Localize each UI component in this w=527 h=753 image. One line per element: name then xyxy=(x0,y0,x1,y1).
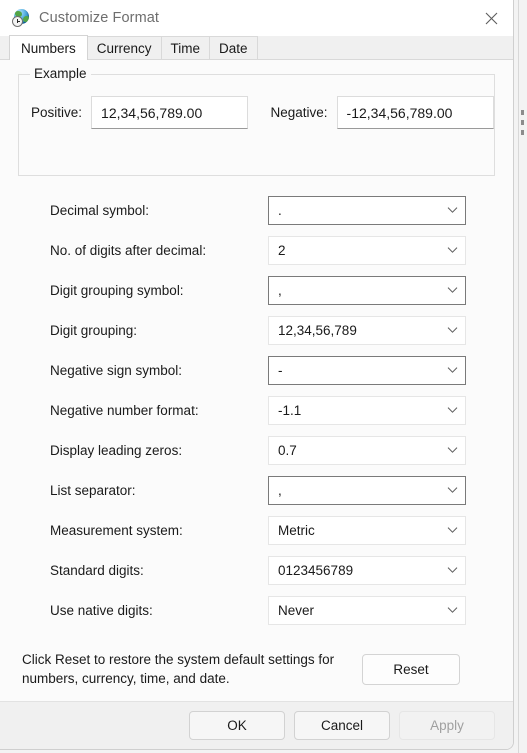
setting-label: Standard digits: xyxy=(50,562,144,578)
setting-combobox[interactable]: . xyxy=(268,195,466,225)
apply-button: Apply xyxy=(399,711,495,740)
setting-value: 0123456789 xyxy=(278,562,354,578)
background-scrollbar-mark xyxy=(521,110,524,115)
setting-label: Use native digits: xyxy=(50,602,153,618)
customize-format-dialog: Customize Format Numbers Currency Time D… xyxy=(0,0,514,750)
setting-combobox[interactable]: Never xyxy=(268,595,466,625)
settings-list: Decimal symbol:. No. of digits after deci… xyxy=(0,190,513,640)
setting-row: Standard digits: 0123456789 xyxy=(0,550,513,590)
setting-row: Digit grouping: 12,34,56,789 xyxy=(0,310,513,350)
chevron-down-icon[interactable] xyxy=(446,446,458,454)
setting-label: Negative sign symbol: xyxy=(50,362,183,378)
background-scrollbar-mark xyxy=(521,120,524,125)
setting-row: Negative number format: -1.1 xyxy=(0,390,513,430)
positive-example-field: 12,34,56,789.00 xyxy=(91,96,249,129)
tab-numbers[interactable]: Numbers xyxy=(9,35,88,60)
setting-label: Digit grouping symbol: xyxy=(50,282,184,298)
title-bar[interactable]: Customize Format xyxy=(0,0,513,36)
ok-button[interactable]: OK xyxy=(189,711,285,740)
tab-numbers-label: Numbers xyxy=(21,40,76,56)
setting-row: Measurement system: Metric xyxy=(0,510,513,550)
chevron-down-icon[interactable] xyxy=(446,286,458,294)
numbers-tab-panel: Example Positive: 12,34,56,789.00 Negati… xyxy=(0,60,513,701)
setting-row: No. of digits after decimal: 2 xyxy=(0,230,513,270)
region-globe-clock-icon xyxy=(12,9,30,27)
chevron-down-icon[interactable] xyxy=(446,406,458,414)
setting-value: . xyxy=(278,202,282,218)
setting-row: Use native digits: Never xyxy=(0,590,513,630)
reset-area: Click Reset to restore the system defaul… xyxy=(0,640,513,701)
setting-value: 2 xyxy=(278,242,286,258)
background-window-edge xyxy=(518,0,519,753)
setting-label: List separator: xyxy=(50,482,136,498)
setting-row: List separator:, xyxy=(0,470,513,510)
setting-value: , xyxy=(278,482,282,498)
example-group-legend: Example xyxy=(30,66,91,81)
setting-combobox[interactable]: 12,34,56,789 xyxy=(268,315,466,345)
tab-time[interactable]: Time xyxy=(160,36,211,59)
setting-row: Display leading zeros: 0.7 xyxy=(0,430,513,470)
setting-value: -1.1 xyxy=(278,402,302,418)
clock-shape xyxy=(12,16,23,27)
close-icon[interactable] xyxy=(469,0,513,36)
chevron-down-icon[interactable] xyxy=(446,206,458,214)
tab-strip: Numbers Currency Time Date xyxy=(0,35,513,60)
setting-combobox[interactable]: , xyxy=(268,275,466,305)
negative-example-field: -12,34,56,789.00 xyxy=(336,96,494,129)
setting-row: Decimal symbol:. xyxy=(0,190,513,230)
tab-date-label: Date xyxy=(219,40,248,56)
tab-time-label: Time xyxy=(170,40,201,56)
setting-value: Metric xyxy=(278,522,315,538)
chevron-down-icon[interactable] xyxy=(446,326,458,334)
setting-label: Measurement system: xyxy=(50,522,183,538)
setting-label: Decimal symbol: xyxy=(50,202,150,218)
setting-label: Display leading zeros: xyxy=(50,442,183,458)
positive-label: Positive: xyxy=(31,105,83,120)
setting-value: , xyxy=(278,282,282,298)
apply-button-label: Apply xyxy=(430,718,464,733)
setting-label: Negative number format: xyxy=(50,402,199,418)
chevron-down-icon[interactable] xyxy=(446,606,458,614)
example-group-box: Example Positive: 12,34,56,789.00 Negati… xyxy=(18,66,495,176)
setting-combobox[interactable]: - xyxy=(268,355,466,385)
tab-currency-label: Currency xyxy=(96,40,152,56)
ok-button-label: OK xyxy=(227,718,247,733)
chevron-down-icon[interactable] xyxy=(446,366,458,374)
setting-combobox[interactable]: 0123456789 xyxy=(268,555,466,585)
chevron-down-icon[interactable] xyxy=(446,566,458,574)
negative-label: Negative: xyxy=(270,105,328,120)
tab-date[interactable]: Date xyxy=(209,36,258,59)
chevron-down-icon[interactable] xyxy=(446,486,458,494)
setting-value: 0.7 xyxy=(278,442,297,458)
background-scrollbar-mark xyxy=(521,130,524,135)
setting-combobox[interactable]: Metric xyxy=(268,515,466,545)
reset-button-label: Reset xyxy=(393,661,429,677)
setting-label: No. of digits after decimal: xyxy=(50,242,207,258)
setting-combobox[interactable]: 0.7 xyxy=(268,435,466,465)
setting-combobox[interactable]: -1.1 xyxy=(268,395,466,425)
window-title: Customize Format xyxy=(39,10,160,26)
setting-value: 12,34,56,789 xyxy=(278,322,357,338)
setting-row: Digit grouping symbol:, xyxy=(0,270,513,310)
chevron-down-icon[interactable] xyxy=(446,526,458,534)
setting-combobox[interactable]: , xyxy=(268,475,466,505)
reset-description: Click Reset to restore the system defaul… xyxy=(22,651,335,687)
setting-value: - xyxy=(278,362,283,378)
cancel-button-label: Cancel xyxy=(320,718,364,733)
tab-currency[interactable]: Currency xyxy=(86,36,162,59)
setting-label: Digit grouping: xyxy=(50,322,138,338)
chevron-down-icon[interactable] xyxy=(446,246,458,254)
cancel-button[interactable]: Cancel xyxy=(294,711,390,740)
setting-combobox[interactable]: 2 xyxy=(268,235,466,265)
dialog-footer: OK Cancel Apply xyxy=(0,701,513,749)
setting-row: Negative sign symbol: - xyxy=(0,350,513,390)
reset-button[interactable]: Reset xyxy=(362,653,460,685)
example-row: Positive: 12,34,56,789.00 Negative: -12,… xyxy=(19,96,494,129)
setting-value: Never xyxy=(278,602,315,618)
